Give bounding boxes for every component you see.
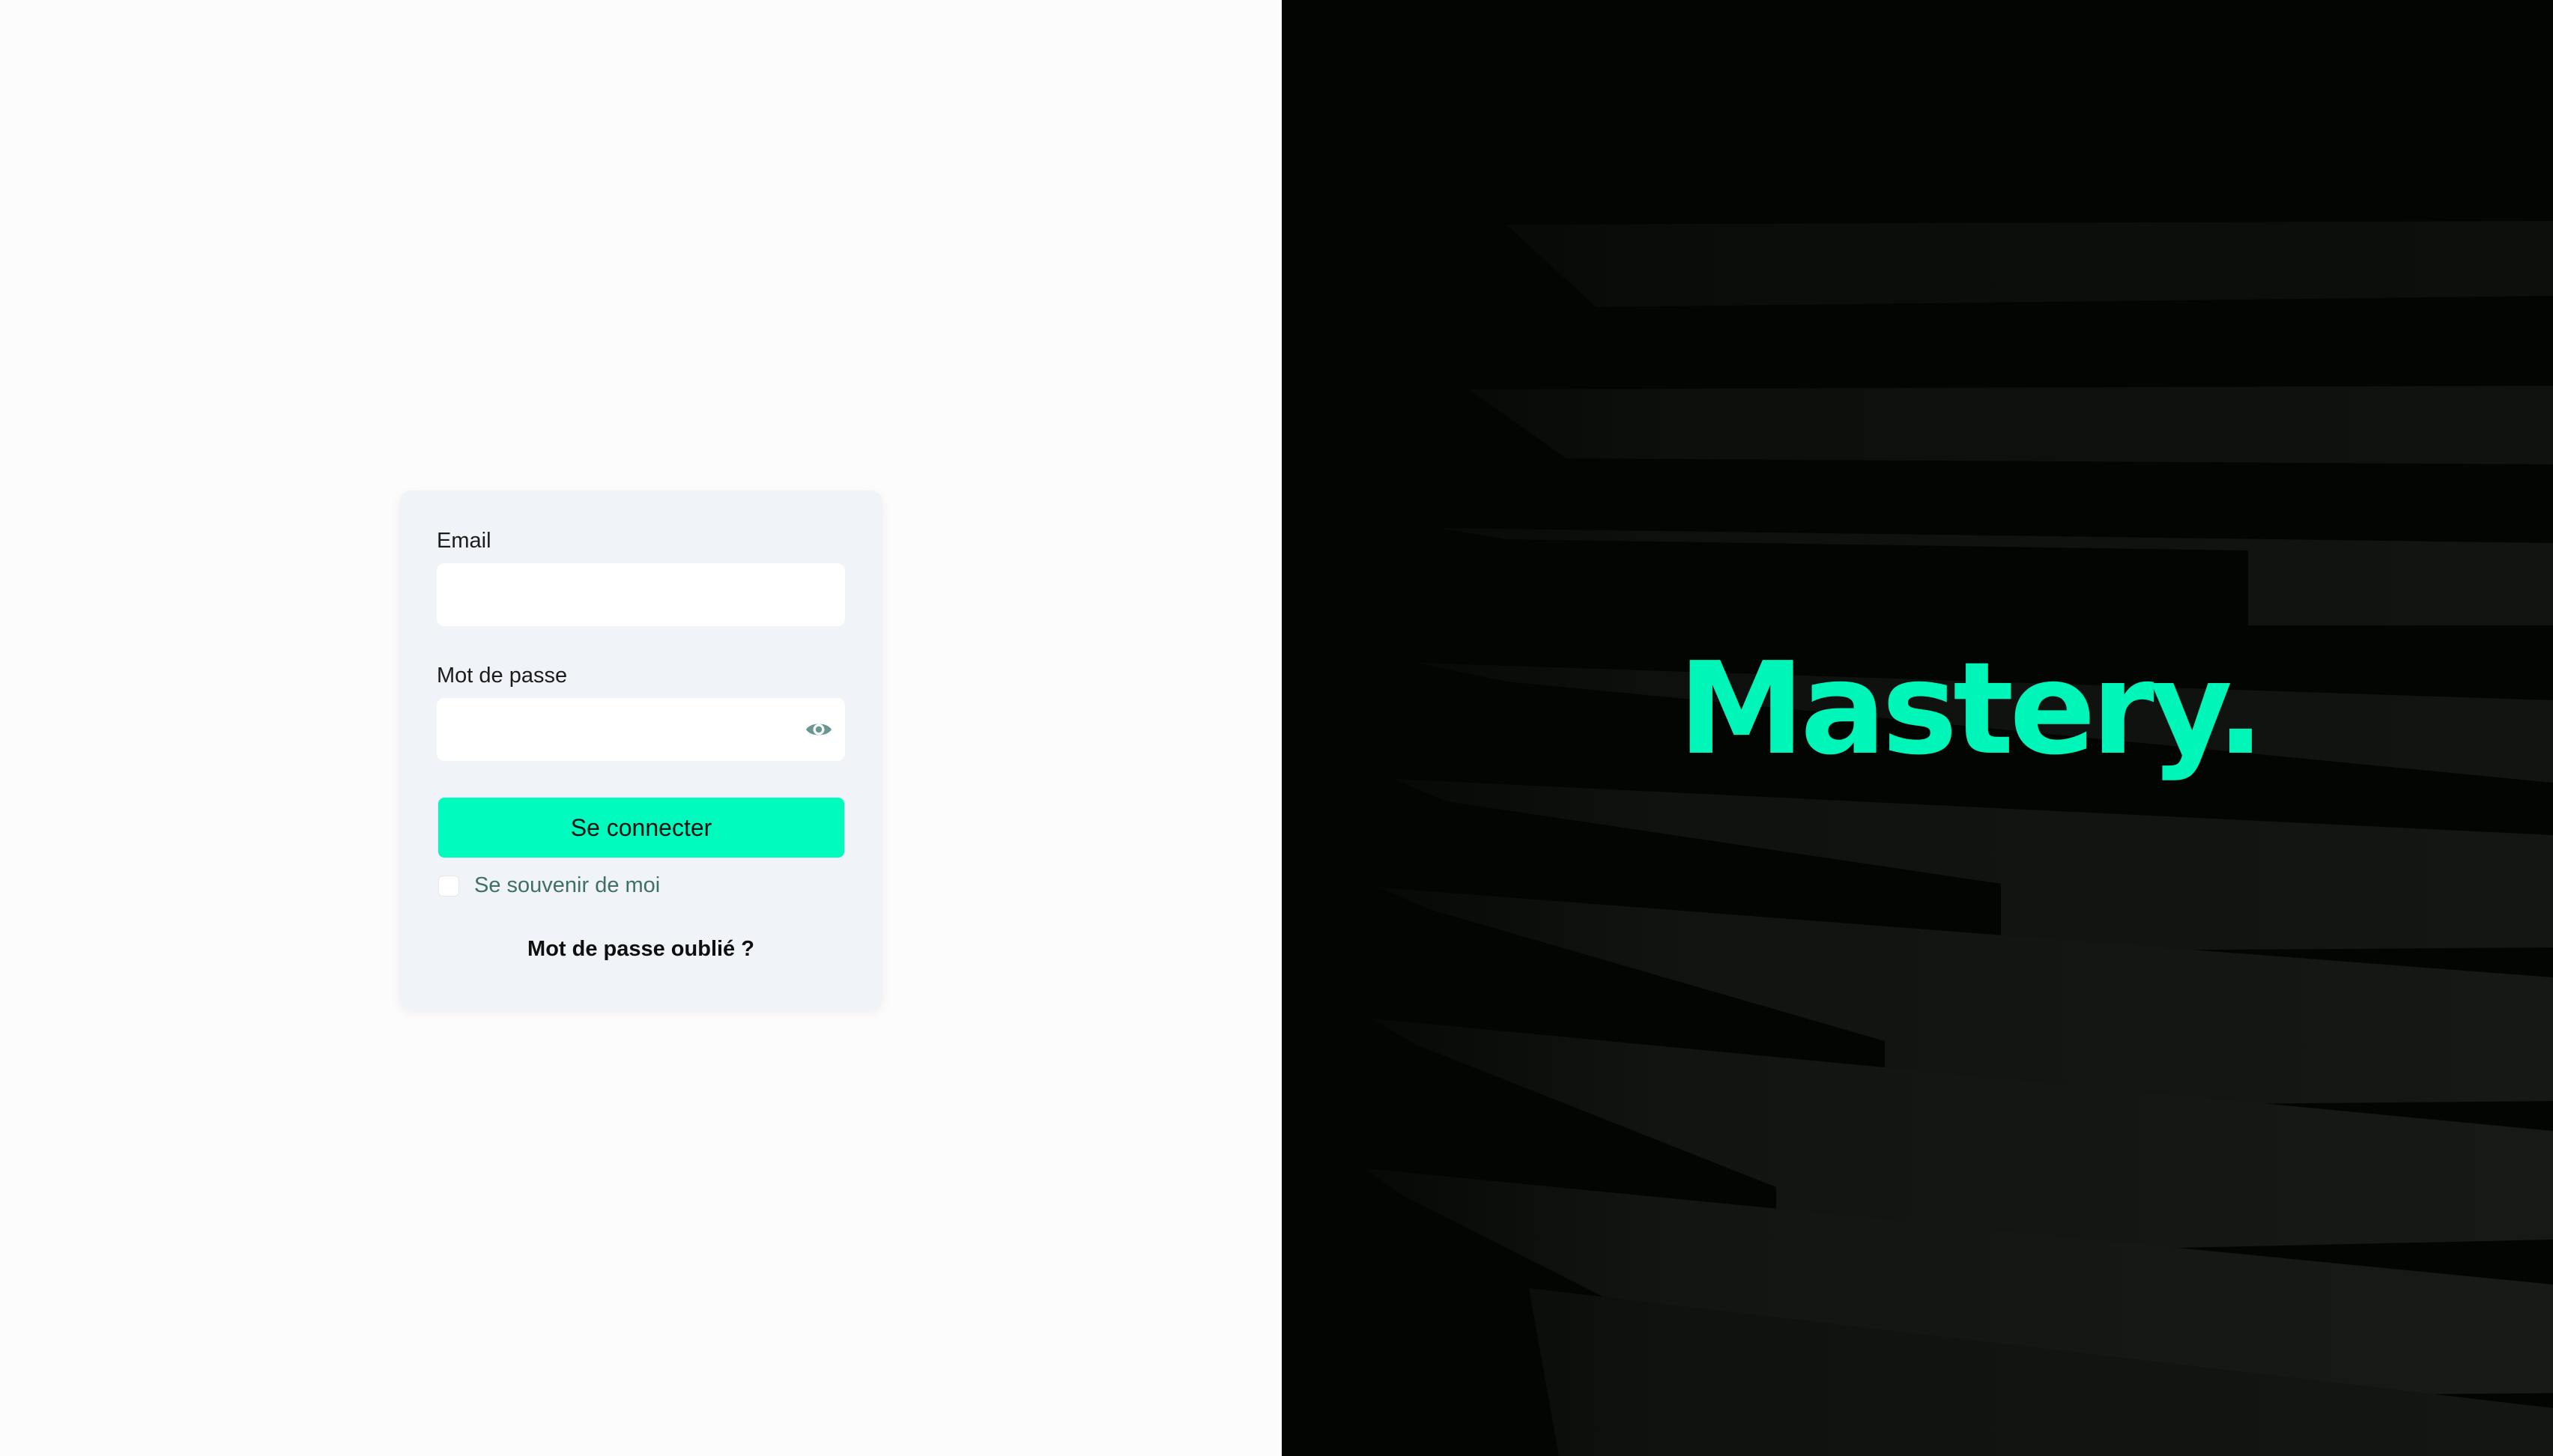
mastery-logo: Mastery. — [1678, 646, 2265, 795]
password-field[interactable] — [437, 698, 845, 761]
remember-checkbox[interactable] — [438, 875, 459, 897]
remember-label[interactable]: Se souvenir de moi — [474, 873, 660, 898]
password-label: Mot de passe — [437, 664, 568, 688]
eye-icon[interactable] — [804, 716, 834, 743]
login-pane: Email Mot de passe Se connecter Se souve… — [0, 0, 1282, 1456]
brand-panel: Mastery. — [1282, 0, 2553, 1456]
forgot-password-link[interactable]: Mot de passe oublié ? — [399, 937, 882, 962]
email-field[interactable] — [437, 563, 845, 626]
login-page: Email Mot de passe Se connecter Se souve… — [0, 0, 2553, 1456]
remember-me: Se souvenir de moi — [438, 873, 660, 898]
email-label: Email — [437, 529, 491, 553]
logo-text: Mastery. — [1678, 635, 2265, 783]
login-button[interactable]: Se connecter — [438, 798, 844, 858]
login-card: Email Mot de passe Se connecter Se souve… — [399, 491, 882, 1010]
